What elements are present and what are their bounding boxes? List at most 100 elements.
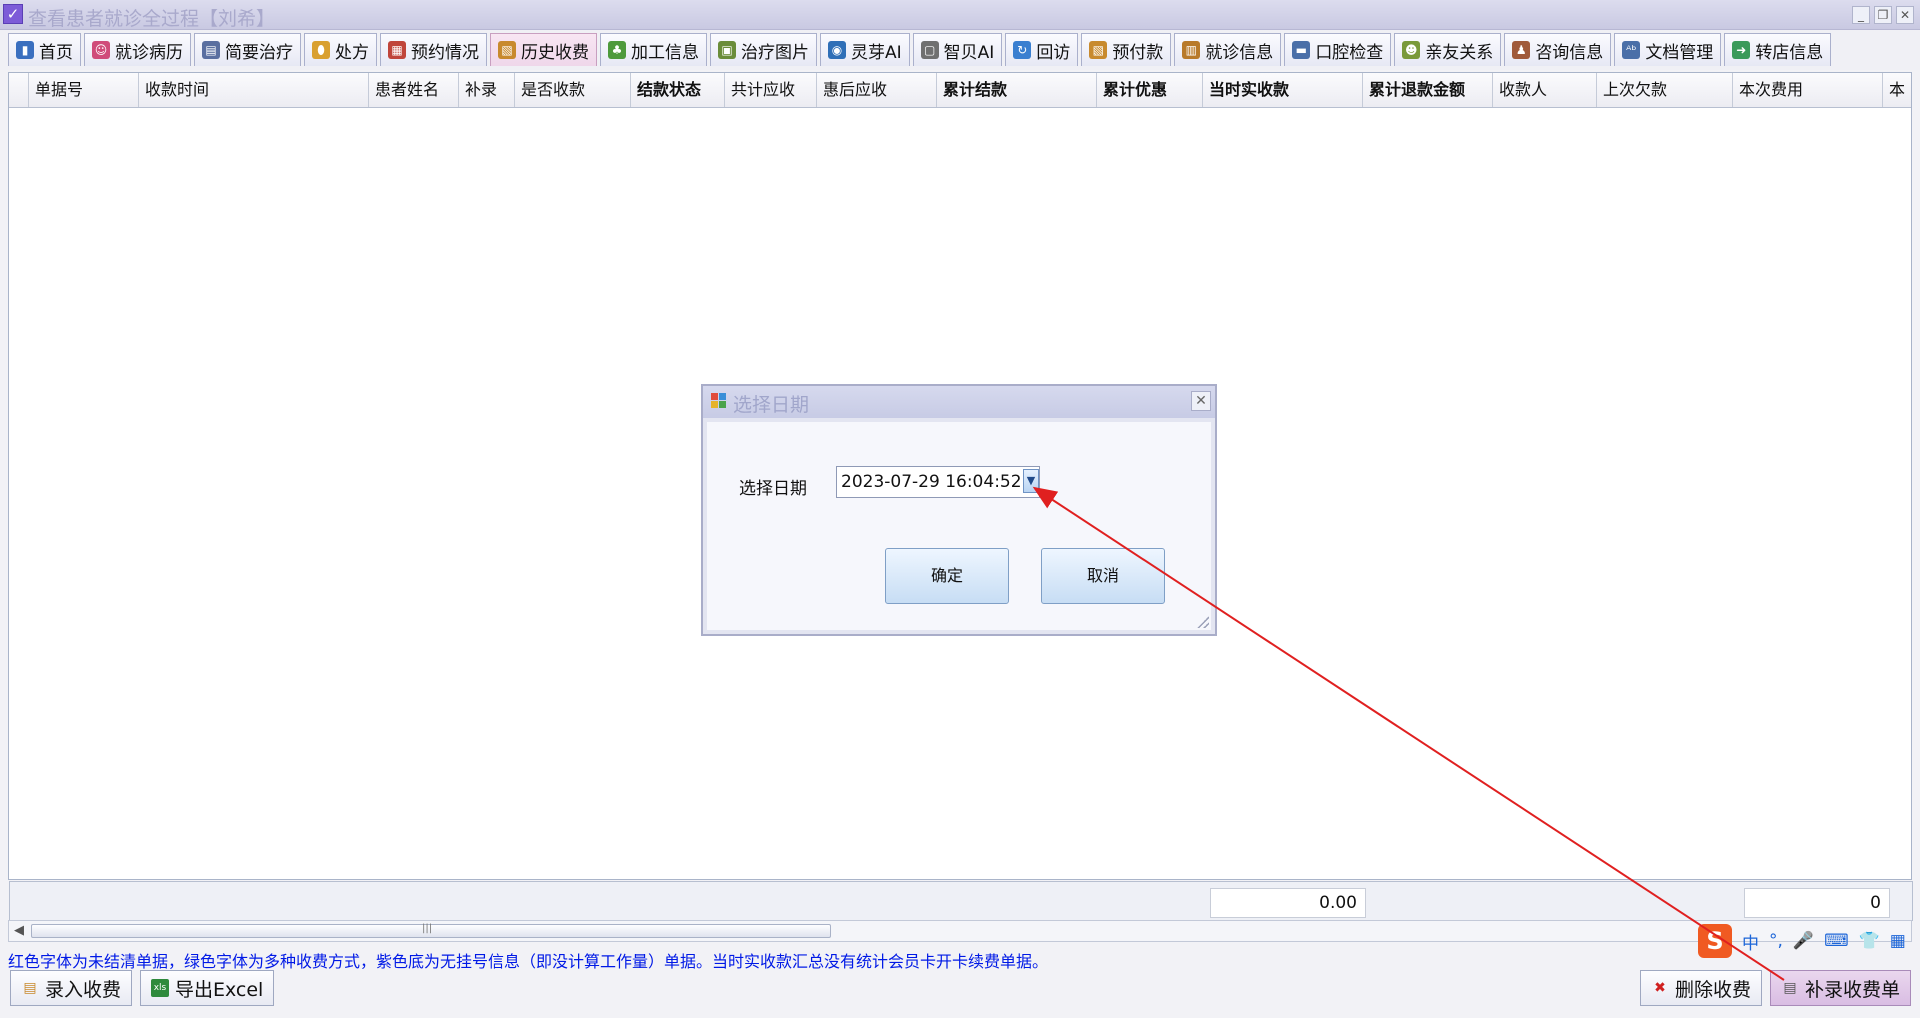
resize-grip[interactable] — [1197, 616, 1209, 628]
tab-label: 灵芽AI — [851, 42, 902, 63]
pill-icon: ⬮ — [312, 41, 330, 59]
legend-note: 红色字体为未结清单据，绿色字体为多种收费方式，紫色底为无挂号信息（即没计算工作量… — [8, 952, 1049, 971]
tab-11[interactable]: ↻ 回访 — [1005, 33, 1079, 66]
tab-label: 回访 — [1036, 42, 1071, 63]
column-header[interactable]: 补录 — [459, 73, 515, 107]
chevron-down-icon[interactable]: ▼ — [1023, 469, 1039, 493]
column-header[interactable]: 本次费用 — [1733, 73, 1883, 107]
tab-label: 历史收费 — [521, 42, 589, 63]
restore-button[interactable]: ❐ — [1874, 6, 1892, 24]
skin-icon[interactable]: 👕 — [1859, 931, 1880, 951]
tab-label: 预约情况 — [411, 42, 479, 63]
column-header[interactable]: 上次欠款 — [1597, 73, 1733, 107]
spellcheck-icon: ᴬᵇ — [1622, 41, 1641, 59]
ime-language[interactable]: 中 — [1742, 929, 1759, 954]
briefcase-icon: ▬ — [1292, 41, 1311, 59]
tab-12[interactable]: ▧ 预付款 — [1081, 33, 1172, 66]
dialog-close-button[interactable]: ✕ — [1191, 391, 1211, 411]
billing-history-icon: ▧ — [498, 41, 516, 59]
tab-1[interactable]: ▮ 首页 — [8, 33, 81, 66]
tab-15[interactable]: ☻ 亲友关系 — [1394, 33, 1502, 66]
horizontal-scrollbar[interactable]: ◀ ||| — [8, 920, 1912, 942]
ime-toolbar: S 中 °, 🎤 ⌨ 👕 ▦ — [1698, 924, 1906, 958]
keyboard-icon[interactable]: ⌨ — [1824, 931, 1849, 951]
dialog-title: 选择日期 — [733, 394, 810, 416]
tab-label: 咨询信息 — [1535, 42, 1604, 63]
tab-label: 预付款 — [1112, 42, 1164, 63]
row-selector-header — [9, 73, 29, 107]
column-header[interactable]: 共计应收 — [725, 73, 817, 107]
tab-label: 转店信息 — [1755, 42, 1824, 63]
dialog-title-bar: 选择日期 ✕ — [703, 386, 1215, 418]
scroll-left-icon[interactable]: ◀ — [11, 923, 27, 939]
tab-16[interactable]: ♟ 咨询信息 — [1504, 33, 1612, 66]
delete-payment-button[interactable]: ✖ 删除收费 — [1640, 970, 1763, 1006]
tab-13[interactable]: ▥ 就诊信息 — [1174, 33, 1282, 66]
tab-label: 智贝AI — [943, 42, 995, 63]
sogou-ime-icon[interactable]: S — [1698, 924, 1732, 958]
tab-label: 亲友关系 — [1425, 42, 1494, 63]
column-header[interactable]: 收款人 — [1493, 73, 1597, 107]
column-header[interactable]: 结款状态 — [631, 73, 725, 107]
calendar-icon: ▦ — [388, 41, 406, 59]
tab-8[interactable]: ▣ 治疗图片 — [710, 33, 817, 66]
column-header[interactable]: 当时实收款 — [1203, 73, 1363, 107]
image-icon: ▣ — [718, 41, 736, 59]
tab-9[interactable]: ◉ 灵芽AI — [820, 33, 910, 66]
home-icon: ▮ — [16, 41, 34, 59]
ai-icon: ◉ — [828, 41, 846, 59]
date-label: 选择日期 — [739, 479, 807, 499]
minimize-button[interactable]: _ — [1852, 6, 1870, 24]
supplement-payment-button[interactable]: ▤ 补录收费单 — [1770, 970, 1912, 1006]
processing-icon: ♣ — [608, 41, 626, 59]
clipboard-icon: ▥ — [1182, 41, 1201, 59]
enter-payment-button[interactable]: ▤ 录入收费 — [10, 970, 133, 1006]
column-header[interactable]: 收款时间 — [139, 73, 369, 107]
window-title: 查看患者就诊全过程【刘希】 — [28, 8, 276, 30]
tab-6[interactable]: ▧ 历史收费 — [490, 33, 597, 66]
tab-7[interactable]: ♣ 加工信息 — [600, 33, 707, 66]
refresh-icon: ↻ — [1013, 41, 1032, 59]
tab-5[interactable]: ▦ 预约情况 — [380, 33, 487, 66]
column-header[interactable]: 累计退款金额 — [1363, 73, 1493, 107]
tab-label: 就诊信息 — [1205, 42, 1274, 63]
column-header[interactable]: 累计优惠 — [1097, 73, 1203, 107]
date-time-picker[interactable]: 2023-07-29 16:04:52 — [836, 466, 1040, 498]
column-header[interactable]: 是否收款 — [515, 73, 631, 107]
receipt-icon: ▤ — [23, 980, 37, 996]
transfer-icon: ➜ — [1732, 41, 1751, 59]
excel-icon: xls — [151, 979, 169, 997]
microphone-icon[interactable]: 🎤 — [1793, 931, 1814, 951]
tab-3[interactable]: ▤ 简要治疗 — [194, 33, 301, 66]
tab-4[interactable]: ⬮ 处方 — [304, 33, 377, 66]
tab-17[interactable]: ᴬᵇ 文档管理 — [1614, 33, 1722, 66]
tab-label: 处方 — [335, 42, 369, 63]
tab-14[interactable]: ▬ 口腔检查 — [1284, 33, 1392, 66]
ok-button[interactable]: 确定 — [885, 548, 1009, 604]
window-title-bar: ✓ 查看患者就诊全过程【刘希】 _ ❐ ✕ — [0, 0, 1920, 30]
grid-summary-row: 0.00 0 — [9, 881, 1913, 921]
tab-18[interactable]: ➜ 转店信息 — [1724, 33, 1832, 66]
column-header[interactable]: 惠后应收 — [817, 73, 937, 107]
grid-header: 单据号 收款时间 患者姓名 补录 是否收款 结款状态 共计应收 惠后应收 累计结款 累计优惠 当时实… — [9, 73, 1911, 108]
grid-menu-icon[interactable]: ▦ — [1890, 931, 1906, 951]
scrollbar-thumb[interactable]: ||| — [31, 923, 831, 938]
column-header[interactable]: 累计结款 — [937, 73, 1097, 107]
tab-label: 首页 — [39, 42, 73, 63]
dialog-body: 选择日期 2023-07-29 16:04:52 ▼ 确定 取消 — [707, 422, 1211, 630]
tab-label: 简要治疗 — [225, 42, 293, 63]
dialog-window-icon — [711, 393, 727, 409]
close-button[interactable]: ✕ — [1896, 6, 1914, 24]
column-header[interactable]: 本 — [1883, 73, 1911, 107]
tab-2[interactable]: ☺ 就诊病历 — [84, 33, 191, 66]
ime-punctuation[interactable]: °, — [1769, 931, 1783, 951]
column-header[interactable]: 患者姓名 — [369, 73, 459, 107]
tab-label: 文档管理 — [1645, 42, 1714, 63]
tab-10[interactable]: ▢ 智贝AI — [912, 33, 1003, 66]
prepayment-icon: ▧ — [1089, 41, 1108, 59]
tab-label: 口腔检查 — [1315, 42, 1384, 63]
cancel-button[interactable]: 取消 — [1041, 548, 1165, 604]
export-excel-button[interactable]: xls 导出Excel — [140, 970, 275, 1006]
column-header[interactable]: 单据号 — [29, 73, 139, 107]
consultation-icon: ♟ — [1512, 41, 1531, 59]
